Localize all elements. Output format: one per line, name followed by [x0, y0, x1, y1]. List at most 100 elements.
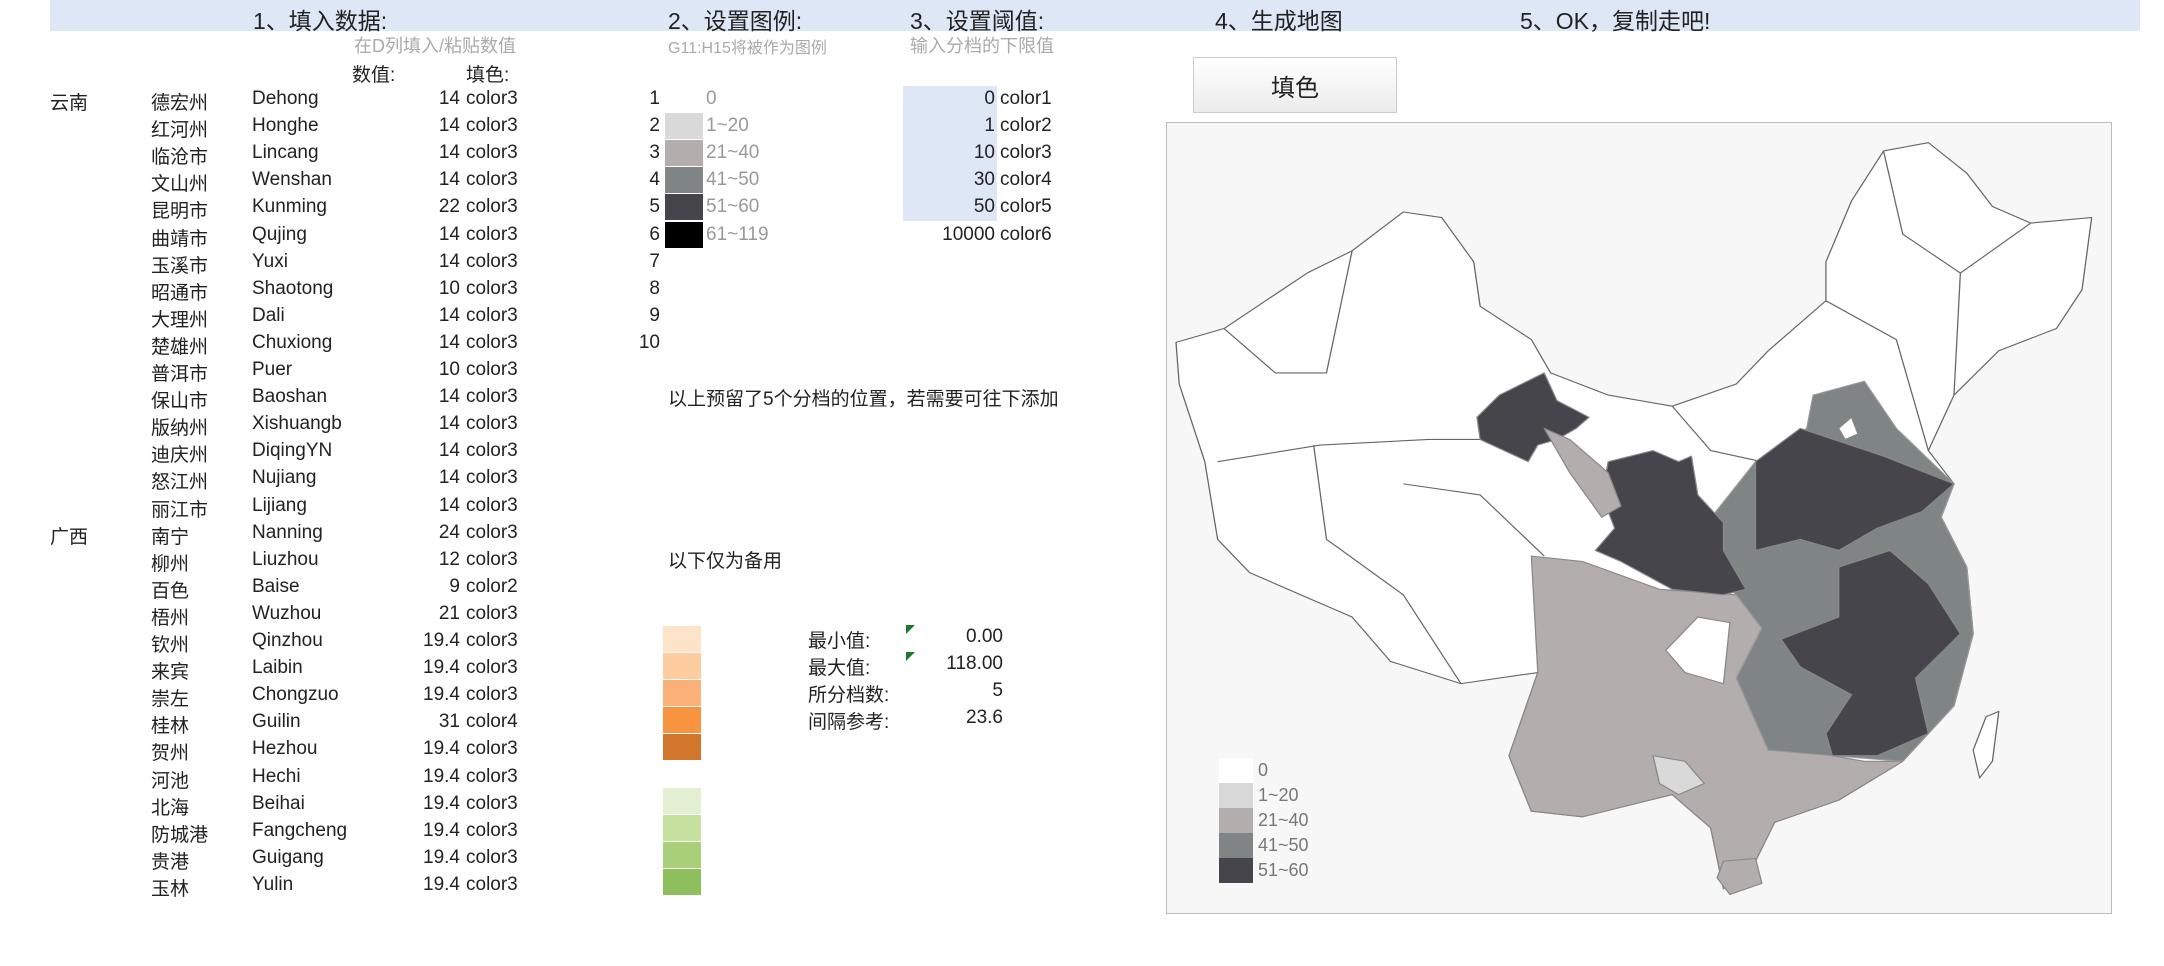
- fill-color-cell[interactable]: color3: [466, 603, 518, 625]
- spare-orange-swatch[interactable]: [663, 734, 701, 760]
- threshold-cell[interactable]: 10: [903, 140, 997, 168]
- threshold-color[interactable]: color4: [1000, 169, 1052, 191]
- city-cn-cell[interactable]: 德宏州: [151, 88, 208, 115]
- legend-label[interactable]: 1~20: [706, 115, 749, 137]
- legend-swatch[interactable]: [665, 86, 703, 112]
- legend-swatch[interactable]: [665, 194, 703, 221]
- threshold-cell[interactable]: 30: [903, 167, 997, 195]
- stat-value[interactable]: 23.6: [903, 707, 1003, 729]
- city-cn-cell[interactable]: 桂林: [151, 711, 189, 738]
- city-en-cell[interactable]: Qujing: [252, 224, 352, 246]
- city-cn-cell[interactable]: 昭通市: [151, 278, 208, 305]
- value-cell[interactable]: 10: [439, 359, 460, 381]
- city-cn-cell[interactable]: 防城港: [151, 820, 208, 847]
- fill-color-cell[interactable]: color3: [466, 522, 518, 544]
- city-cn-cell[interactable]: 文山州: [151, 169, 208, 196]
- stat-value[interactable]: 118.00: [903, 653, 1003, 675]
- fill-color-cell[interactable]: color3: [466, 359, 518, 381]
- fill-color-cell[interactable]: color3: [466, 169, 518, 191]
- value-cell[interactable]: 24: [439, 522, 460, 544]
- city-cn-cell[interactable]: 贺州: [151, 738, 189, 765]
- city-cn-cell[interactable]: 版纳州: [151, 413, 208, 440]
- city-en-cell[interactable]: Hezhou: [252, 738, 352, 760]
- city-cn-cell[interactable]: 崇左: [151, 684, 189, 711]
- city-en-cell[interactable]: Puer: [252, 359, 352, 381]
- fill-color-cell[interactable]: color3: [466, 440, 518, 462]
- city-cn-cell[interactable]: 丽江市: [151, 495, 208, 522]
- city-cn-cell[interactable]: 曲靖市: [151, 224, 208, 251]
- value-cell[interactable]: 14: [439, 386, 460, 408]
- fill-color-cell[interactable]: color3: [466, 495, 518, 517]
- value-cell[interactable]: 19.4: [423, 684, 460, 706]
- city-cn-cell[interactable]: 普洱市: [151, 359, 208, 386]
- city-en-cell[interactable]: Yulin: [252, 874, 352, 896]
- legend-swatch[interactable]: [665, 113, 703, 140]
- spare-orange-swatch[interactable]: [663, 626, 701, 652]
- city-cn-cell[interactable]: 玉林: [151, 874, 189, 901]
- fill-color-cell[interactable]: color3: [466, 793, 518, 815]
- spare-orange-swatch[interactable]: [663, 707, 701, 733]
- city-en-cell[interactable]: Wuzhou: [252, 603, 352, 625]
- city-en-cell[interactable]: Qinzhou: [252, 630, 352, 652]
- value-cell[interactable]: 14: [439, 305, 460, 327]
- value-cell[interactable]: 19.4: [423, 793, 460, 815]
- city-cn-cell[interactable]: 南宁: [151, 522, 189, 549]
- city-cn-cell[interactable]: 北海: [151, 793, 189, 820]
- legend-label[interactable]: 41~50: [706, 169, 759, 191]
- threshold-color[interactable]: color6: [1000, 224, 1052, 246]
- province-cell[interactable]: 云南: [50, 88, 88, 115]
- value-cell[interactable]: 14: [439, 115, 460, 137]
- legend-label[interactable]: 0: [706, 88, 717, 110]
- threshold-cell[interactable]: 10000: [903, 222, 997, 249]
- value-cell[interactable]: 14: [439, 467, 460, 489]
- value-cell[interactable]: 14: [439, 495, 460, 517]
- fill-color-cell[interactable]: color3: [466, 332, 518, 354]
- fill-color-cell[interactable]: color2: [466, 576, 518, 598]
- province-cell[interactable]: 广西: [50, 522, 88, 549]
- city-en-cell[interactable]: DiqingYN: [252, 440, 352, 462]
- city-en-cell[interactable]: Dali: [252, 305, 352, 327]
- threshold-cell[interactable]: 0: [903, 86, 997, 113]
- legend-swatch[interactable]: [665, 140, 703, 167]
- stat-value[interactable]: 5: [903, 680, 1003, 702]
- city-cn-cell[interactable]: 梧州: [151, 603, 189, 630]
- spare-orange-swatch[interactable]: [663, 680, 701, 706]
- city-cn-cell[interactable]: 昆明市: [151, 196, 208, 223]
- city-en-cell[interactable]: Fangcheng: [252, 820, 352, 842]
- fill-color-cell[interactable]: color3: [466, 386, 518, 408]
- value-cell[interactable]: 19.4: [423, 630, 460, 652]
- city-en-cell[interactable]: Dehong: [252, 88, 352, 110]
- fill-color-cell[interactable]: color3: [466, 305, 518, 327]
- city-en-cell[interactable]: Shaotong: [252, 278, 352, 300]
- value-cell[interactable]: 14: [439, 169, 460, 191]
- value-cell[interactable]: 14: [439, 88, 460, 110]
- fill-color-cell[interactable]: color3: [466, 766, 518, 788]
- fill-color-cell[interactable]: color3: [466, 630, 518, 652]
- value-cell[interactable]: 19.4: [423, 874, 460, 896]
- fill-color-cell[interactable]: color3: [466, 196, 518, 218]
- city-cn-cell[interactable]: 钦州: [151, 630, 189, 657]
- fill-color-cell[interactable]: color3: [466, 115, 518, 137]
- city-en-cell[interactable]: Xishuangb: [252, 413, 352, 435]
- city-en-cell[interactable]: Chongzuo: [252, 684, 352, 706]
- city-en-cell[interactable]: Hechi: [252, 766, 352, 788]
- fill-color-cell[interactable]: color3: [466, 413, 518, 435]
- value-cell[interactable]: 10: [439, 278, 460, 300]
- value-cell[interactable]: 14: [439, 332, 460, 354]
- city-en-cell[interactable]: Wenshan: [252, 169, 352, 191]
- value-cell[interactable]: 14: [439, 413, 460, 435]
- city-en-cell[interactable]: Beihai: [252, 793, 352, 815]
- value-cell[interactable]: 22: [439, 196, 460, 218]
- city-cn-cell[interactable]: 怒江州: [151, 467, 208, 494]
- legend-label[interactable]: 21~40: [706, 142, 759, 164]
- city-cn-cell[interactable]: 迪庆州: [151, 440, 208, 467]
- threshold-cell[interactable]: 50: [903, 194, 997, 222]
- value-cell[interactable]: 31: [439, 711, 460, 733]
- legend-label[interactable]: 61~119: [706, 224, 769, 246]
- city-cn-cell[interactable]: 柳州: [151, 549, 189, 576]
- city-cn-cell[interactable]: 临沧市: [151, 142, 208, 169]
- city-en-cell[interactable]: Nanning: [252, 522, 352, 544]
- city-cn-cell[interactable]: 大理州: [151, 305, 208, 332]
- city-en-cell[interactable]: Honghe: [252, 115, 352, 137]
- threshold-color[interactable]: color1: [1000, 88, 1052, 110]
